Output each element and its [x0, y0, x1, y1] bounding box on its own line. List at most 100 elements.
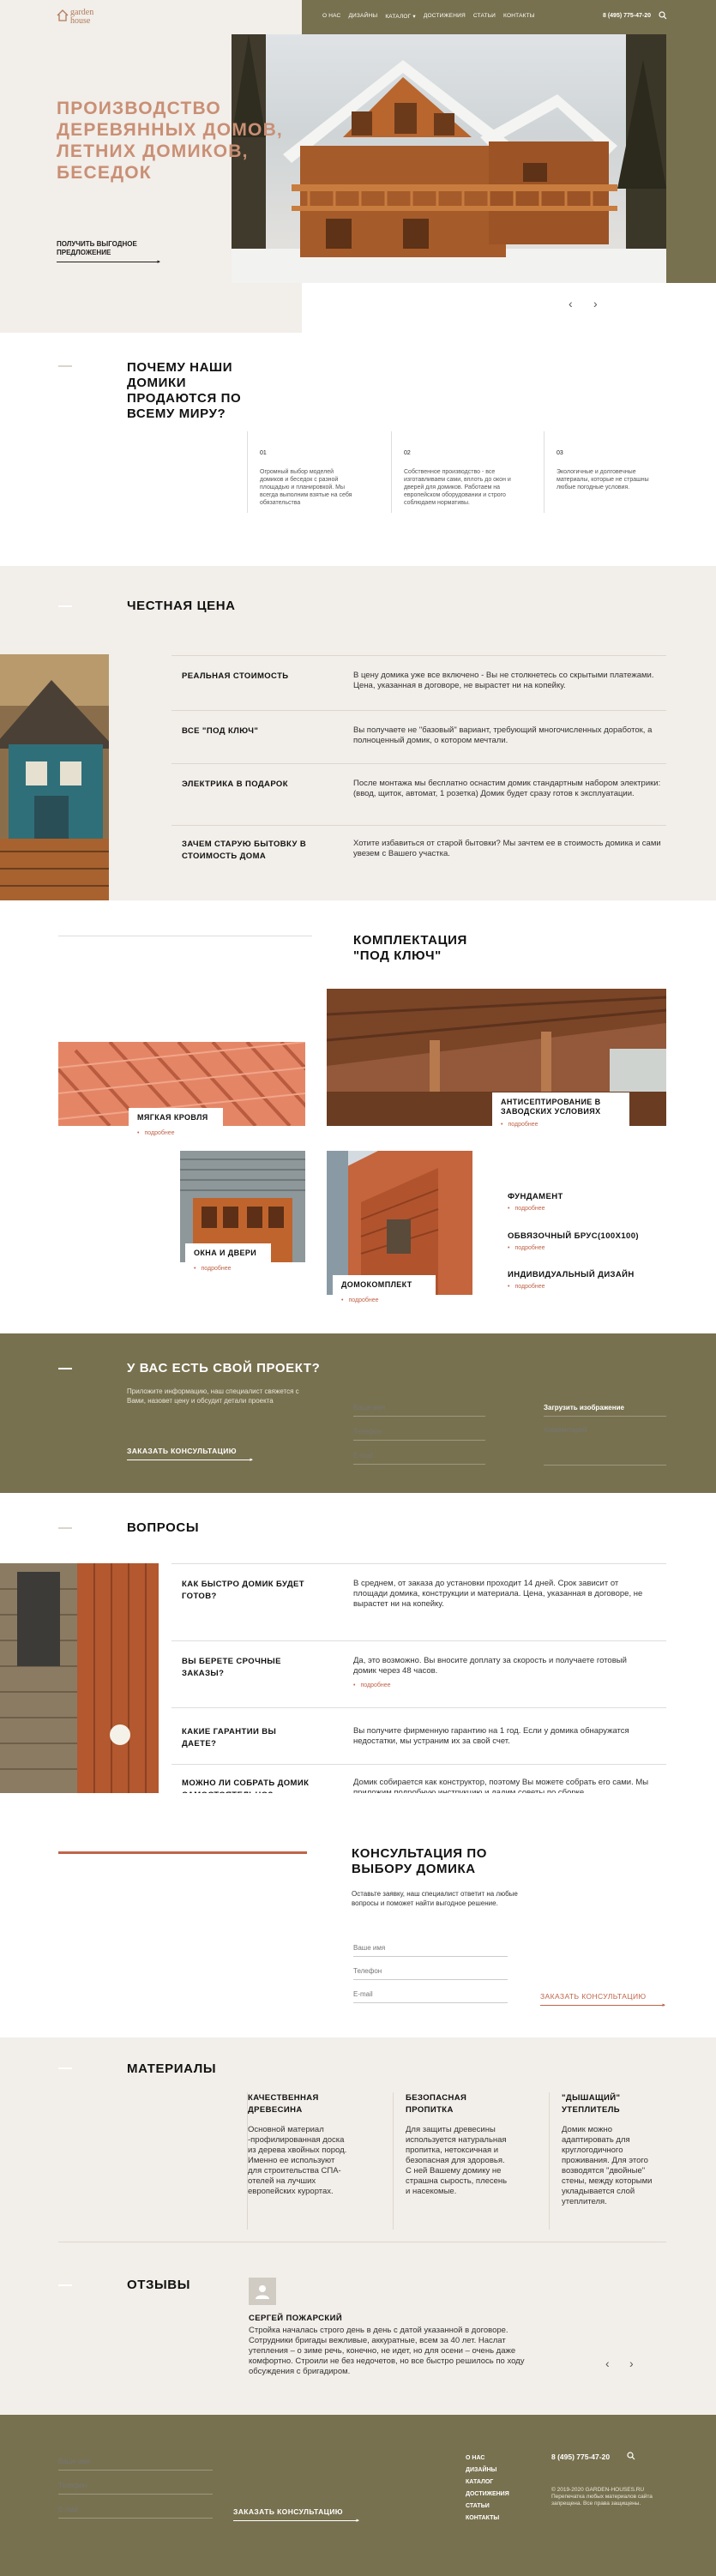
- hero-title: ПРОИЗВОДСТВО ДЕРЕВЯННЫХ ДОМОВ, ЛЕТНИХ ДО…: [57, 99, 283, 183]
- price-section: ЧЕСТНАЯ ЦЕНА РЕАЛЬНАЯ СТОИМОСТЬ В цену д…: [0, 566, 716, 900]
- roof-more-link[interactable]: подробнее: [137, 1130, 174, 1136]
- consult-phone-input[interactable]: [353, 1967, 508, 1980]
- project-comment-input[interactable]: [544, 1426, 666, 1466]
- why-title: ПОЧЕМУ НАШИ ДОМИКИ ПРОДАЮТСЯ ПО ВСЕМУ МИ…: [127, 360, 242, 421]
- homekit-illustration: [327, 1151, 472, 1295]
- faq-divider-4: [171, 1764, 666, 1765]
- footer-nav-catalog[interactable]: КАТАЛОГ: [466, 2477, 509, 2489]
- material-text-1: Основной материал -профилированная доска…: [248, 2125, 347, 2196]
- chevron-down-icon: ▾: [412, 14, 416, 20]
- search-icon[interactable]: [627, 2452, 635, 2460]
- project-email-input[interactable]: [353, 1452, 485, 1465]
- homekit-label: ДОМОКОМПЛЕКТ: [341, 1280, 412, 1289]
- project-phone-input[interactable]: [353, 1428, 485, 1441]
- faq-more-link[interactable]: подробнее: [353, 1682, 390, 1688]
- project-title: У ВАС ЕСТЬ СВОЙ ПРОЕКТ?: [127, 1361, 321, 1375]
- price-title: ЧЕСТНАЯ ЦЕНА: [127, 599, 236, 613]
- hero-section: garden house О НАС ДИЗАЙНЫ КАТАЛОГ ▾ ДОС…: [0, 0, 716, 333]
- hero-slider-prev[interactable]: ‹: [569, 297, 573, 310]
- price-label-2: ВСЕ "ПОД КЛЮЧ": [182, 726, 259, 736]
- project-text: Приложите информацию, наш специалист свя…: [127, 1387, 299, 1405]
- homekit-card[interactable]: ДОМОКОМПЛЕКТ подробнее: [333, 1275, 436, 1311]
- price-text-4: Хотите избавиться от старой бытовки? Мы …: [353, 839, 661, 858]
- material-card-1: КАЧЕСТВЕННАЯ ДРЕВЕСИНА Основной материал…: [247, 2092, 374, 2230]
- price-text-2: Вы получаете не "базовый" вариант, требу…: [353, 725, 653, 745]
- consult-accent-line: [58, 1851, 307, 1854]
- windows-card[interactable]: ОКНА И ДВЕРИ подробнее: [185, 1243, 271, 1279]
- antiseptic-more-link[interactable]: подробнее: [501, 1122, 538, 1128]
- windows-more-link[interactable]: подробнее: [194, 1266, 231, 1272]
- footer-name-input[interactable]: [58, 2458, 213, 2471]
- beam-more-link[interactable]: подробнее: [508, 1245, 545, 1251]
- hero-slider-next[interactable]: ›: [593, 297, 598, 310]
- avatar: [249, 2278, 276, 2305]
- footer-email-input[interactable]: [58, 2506, 213, 2519]
- reviews-prev[interactable]: ‹: [605, 2356, 610, 2370]
- why-text-1: Огромный выбор моделей домиков и беседок…: [260, 469, 352, 506]
- faq-q-1[interactable]: КАК БЫСТРО ДОМИК БУДЕТ ГОТОВ?: [182, 1579, 310, 1603]
- faq-a-2: Да, это возможно. Вы вносите доплату за …: [353, 1656, 627, 1676]
- why-dash: [58, 365, 72, 367]
- faq-a-3: Вы получите фирменную гарантию на 1 год.…: [353, 1726, 629, 1746]
- faq-q-2[interactable]: ВЫ БЕРЕТЕ СРОЧНЫЕ ЗАКАЗЫ?: [182, 1656, 310, 1680]
- logo[interactable]: garden house: [57, 8, 117, 27]
- faq-title: ВОПРОСЫ: [127, 1520, 200, 1535]
- antiseptic-card[interactable]: АНТИСЕПТИРОВАНИЕ В ЗАВОДСКИХ УСЛОВИЯХ по…: [492, 1092, 629, 1135]
- faq-a-1: В среднем, от заказа до установки проход…: [353, 1579, 643, 1609]
- roof-label: МЯГКАЯ КРОВЛЯ: [137, 1113, 208, 1122]
- why-num-3: 03: [557, 450, 563, 456]
- materials-title: МАТЕРИАЛЫ: [127, 2061, 217, 2076]
- footer-cta-button[interactable]: ЗАКАЗАТЬ КОНСУЛЬТАЦИЮ ▸: [233, 2507, 359, 2524]
- faq-siding-photo: [0, 1563, 159, 1802]
- foundation-more-link[interactable]: подробнее: [508, 1206, 545, 1212]
- footer-phone-input[interactable]: [58, 2482, 213, 2495]
- header-phone[interactable]: 8 (495) 775-47-20: [603, 13, 651, 19]
- faq-divider-2: [171, 1640, 666, 1641]
- hero-cta-button[interactable]: ПОЛУЧИТЬ ВЫГОДНОЕ ПРЕДЛОЖЕНИЕ ▸: [57, 240, 160, 265]
- nav-item-achievements[interactable]: ДОСТИЖЕНИЯ: [424, 13, 466, 20]
- project-cta-label: ЗАКАЗАТЬ КОНСУЛЬТАЦИЮ: [127, 1447, 237, 1455]
- price-dash: [58, 605, 72, 607]
- consult-cta-button[interactable]: ЗАКАЗАТЬ КОНСУЛЬТАЦИЮ ▸: [540, 1992, 665, 2008]
- project-cta-button[interactable]: ЗАКАЗАТЬ КОНСУЛЬТАЦИЮ ▸: [127, 1447, 253, 1463]
- kit-section: КОМПЛЕКТАЦИЯ "ПОД КЛЮЧ" МЯГКАЯ КРОВЛЯ по…: [0, 900, 716, 1333]
- price-text-3: После монтажа мы бесплатно оснастим доми…: [353, 779, 661, 798]
- project-dash: [58, 1368, 72, 1369]
- price-label-3: ЭЛЕКТРИКА В ПОДАРОК: [182, 779, 288, 789]
- material-title-2: БЕЗОПАСНАЯ ПРОПИТКА: [406, 2093, 467, 2115]
- price-divider-1: [171, 655, 666, 656]
- why-num-1: 01: [260, 450, 267, 456]
- consult-name-input[interactable]: [353, 1944, 508, 1957]
- footer-nav-about[interactable]: О НАС: [466, 2453, 509, 2465]
- faq-divider-1: [171, 1563, 666, 1564]
- materials-dash: [58, 2067, 72, 2069]
- house-logo-icon: [57, 9, 69, 21]
- nav-item-about[interactable]: О НАС: [322, 13, 340, 20]
- material-card-3: "ДЫШАЩИЙ" УТЕПЛИТЕЛЬ Домик можно адаптир…: [549, 2092, 669, 2230]
- footer-nav-articles[interactable]: СТАТЬИ: [466, 2501, 509, 2513]
- roof-card[interactable]: МЯГКАЯ КРОВЛЯ подробнее: [129, 1108, 223, 1144]
- footer-nav-contacts[interactable]: КОНТАКТЫ: [466, 2513, 509, 2525]
- search-icon[interactable]: [659, 11, 667, 20]
- why-section: ПОЧЕМУ НАШИ ДОМИКИ ПРОДАЮТСЯ ПО ВСЕМУ МИ…: [0, 333, 716, 566]
- why-card-1: 01 Огромный выбор моделей домиков и бесе…: [247, 431, 358, 513]
- nav-item-catalog[interactable]: КАТАЛОГ ▾: [385, 13, 416, 20]
- homekit-more-link[interactable]: подробнее: [341, 1297, 378, 1303]
- nav-item-designs[interactable]: ДИЗАЙНЫ: [348, 13, 377, 20]
- footer-nav-achievements[interactable]: ДОСТИЖЕНИЯ: [466, 2489, 509, 2501]
- footer-phone[interactable]: 8 (495) 775-47-20: [551, 2453, 610, 2461]
- faq-q-3[interactable]: КАКИЕ ГАРАНТИИ ВЫ ДАЕТЕ?: [182, 1726, 310, 1750]
- logo-text-2: house: [70, 16, 91, 26]
- nav-item-contacts[interactable]: КОНТАКТЫ: [503, 13, 535, 20]
- design-more-link[interactable]: подробнее: [508, 1284, 545, 1290]
- kit-title: КОМПЛЕКТАЦИЯ "ПОД КЛЮЧ": [353, 933, 467, 963]
- footer-nav-designs[interactable]: ДИЗАЙНЫ: [466, 2465, 509, 2477]
- consult-email-input[interactable]: [353, 1990, 508, 2003]
- upload-image-button[interactable]: Загрузить изображение: [544, 1404, 666, 1417]
- nav-item-articles[interactable]: СТАТЬИ: [473, 13, 496, 20]
- reviews-next[interactable]: ›: [629, 2356, 634, 2370]
- project-name-input[interactable]: [353, 1404, 485, 1417]
- reviewer-name: СЕРГЕЙ ПОЖАРСКИЙ: [249, 2314, 343, 2323]
- why-num-2: 02: [404, 450, 411, 456]
- consult-text: Оставьте заявку, наш специалист ответит …: [352, 1890, 518, 1907]
